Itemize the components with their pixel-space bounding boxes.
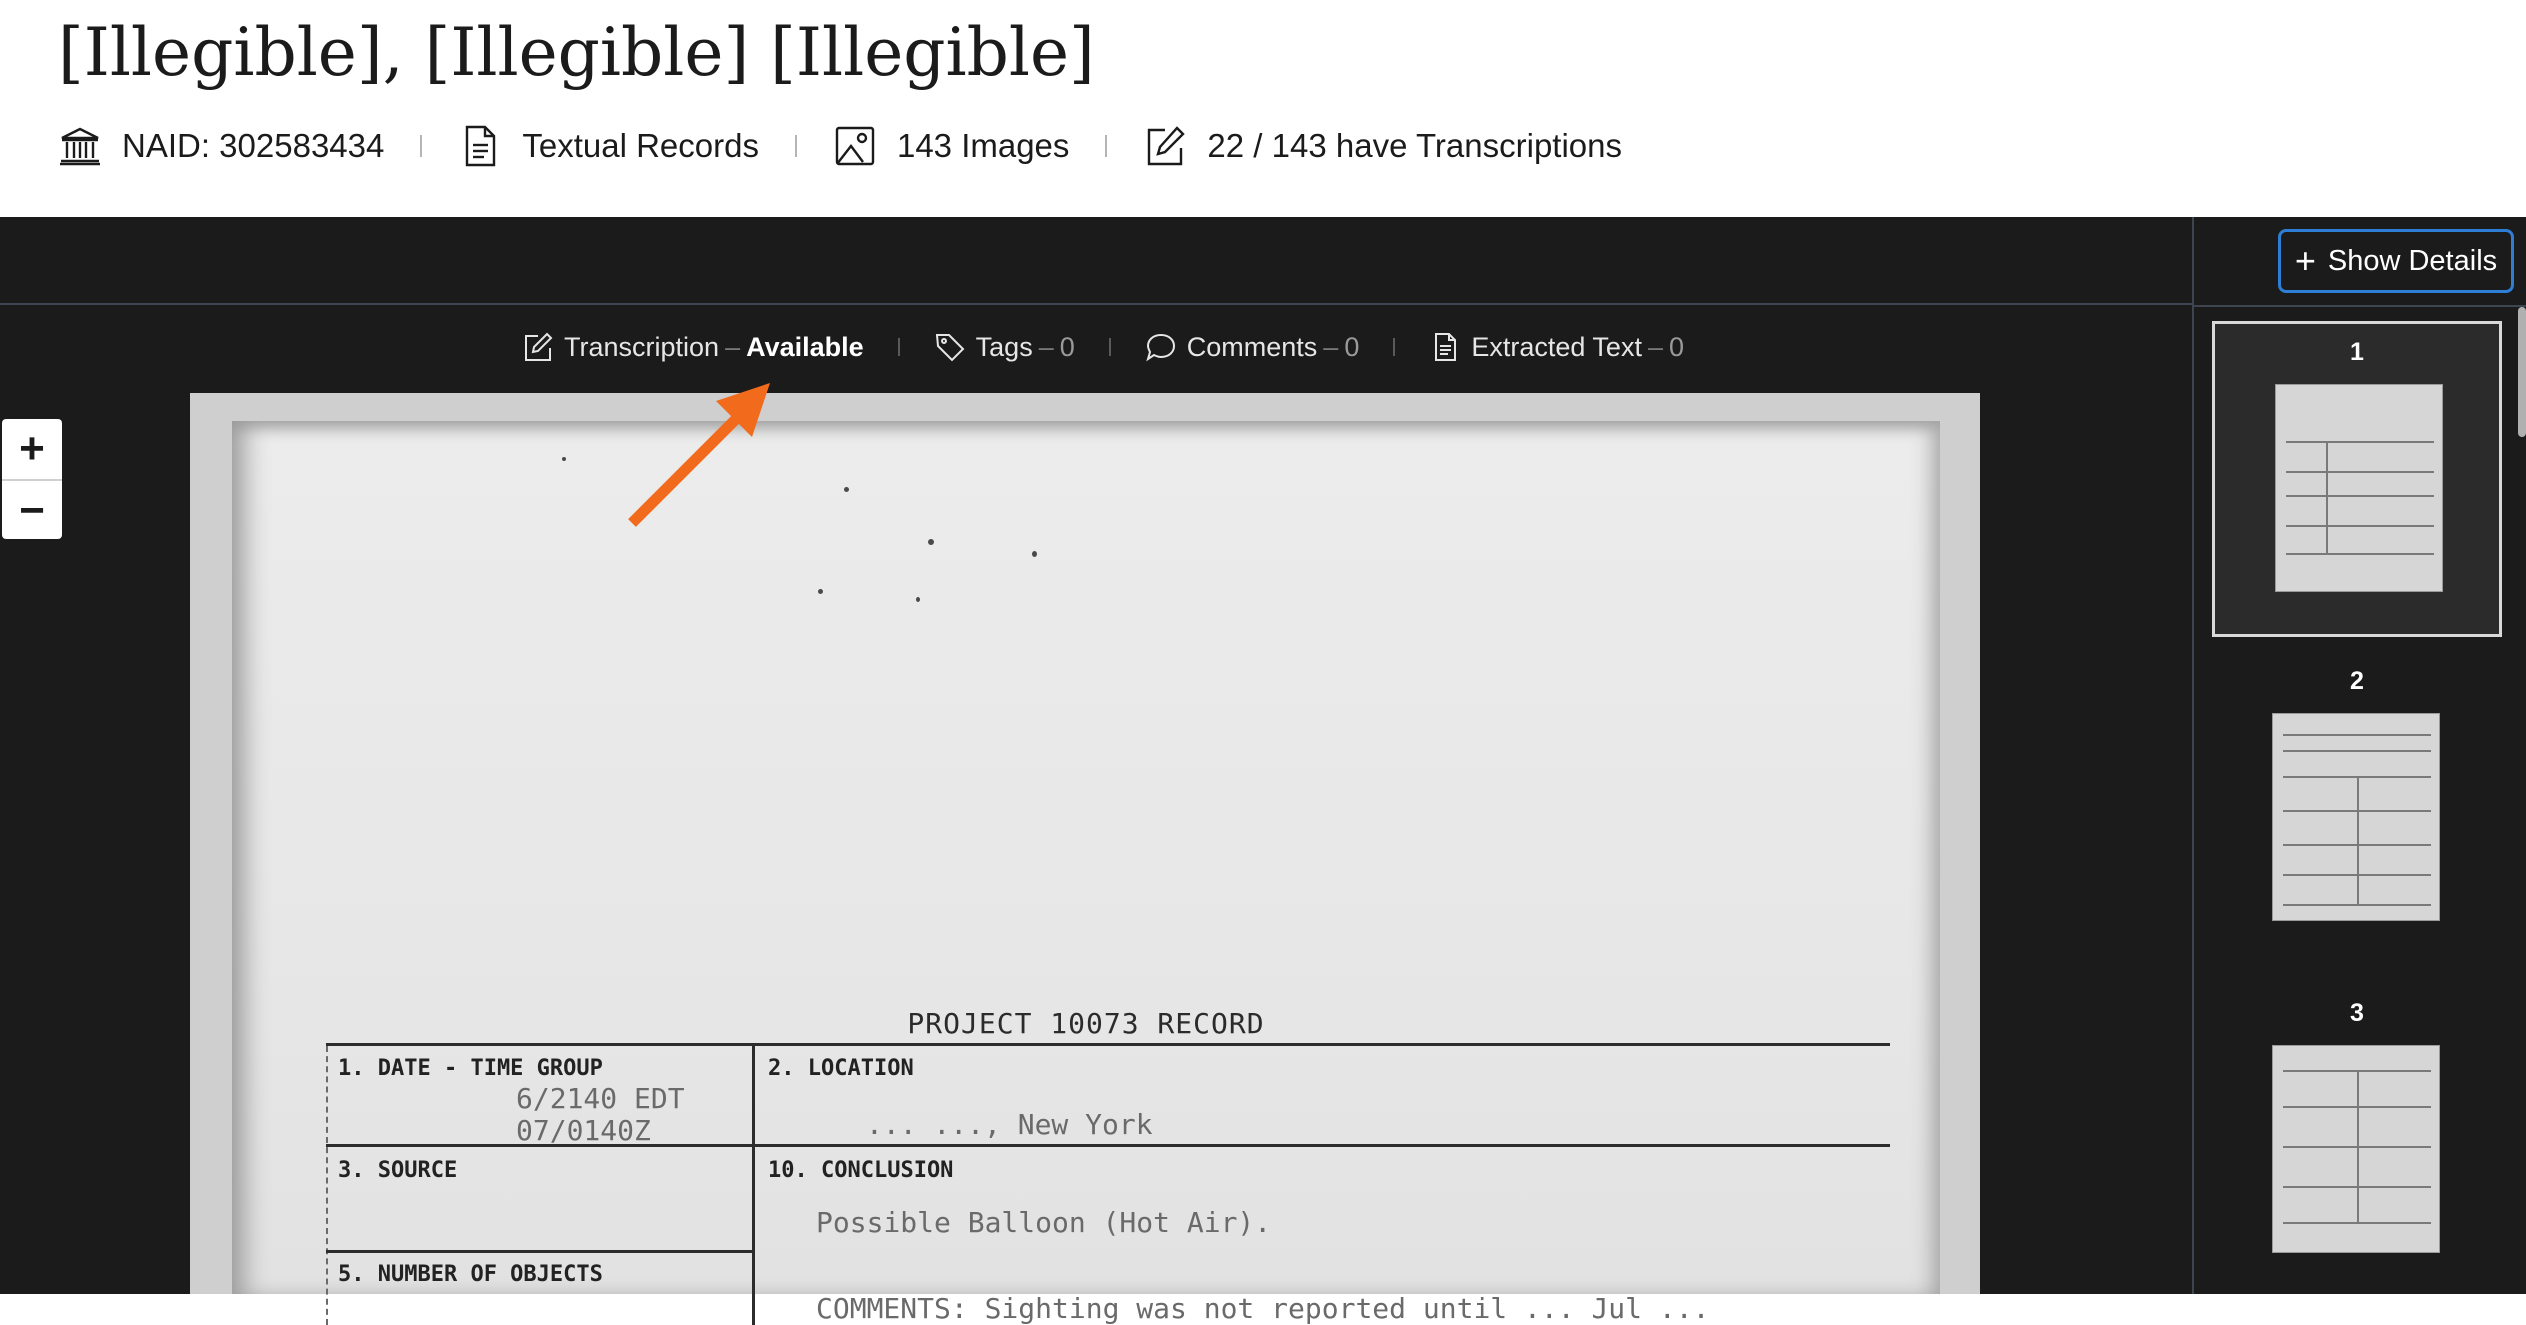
record-header: [Illegible], [Illegible] [Illegible] NAI… <box>0 0 2526 217</box>
thumb-rule <box>2357 1070 2359 1222</box>
form-label: 10. CONCLUSION <box>768 1158 954 1183</box>
plus-icon: + <box>2294 240 2316 281</box>
document-icon <box>1435 333 1457 361</box>
zoom-controls: + − <box>2 419 62 539</box>
form-label: 5. NUMBER OF OBJECTS <box>338 1262 603 1287</box>
tab-label: Tags <box>975 331 1033 362</box>
scan-speck <box>916 597 920 602</box>
tab-divider <box>1108 338 1111 356</box>
meta-divider <box>1105 135 1108 157</box>
zoom-in-button[interactable]: + <box>2 419 62 479</box>
record-type-meta: Textual Records <box>458 124 759 168</box>
transcription-status: Available <box>746 331 864 362</box>
tab-divider <box>897 338 900 356</box>
images-meta: 143 Images <box>833 124 1069 168</box>
show-details-button[interactable]: + Show Details <box>2278 229 2514 293</box>
thumb-rule <box>2283 750 2431 752</box>
form-value: ... ..., New York <box>866 1108 1153 1141</box>
sidebar-divider <box>2192 217 2194 1294</box>
thumb-rule <box>2286 525 2434 527</box>
form-label: 3. SOURCE <box>338 1158 458 1183</box>
tab-label: Transcription <box>564 331 720 362</box>
document-icon <box>466 125 496 167</box>
form-rule <box>326 1250 752 1253</box>
tab-tags[interactable]: Tags – 0 <box>934 331 1075 363</box>
tags-count: 0 <box>1059 331 1075 362</box>
edit-icon <box>1148 126 1186 166</box>
sidebar-divider-line <box>2194 305 2526 307</box>
form-rule <box>326 1046 330 1325</box>
annotation-arrow <box>628 383 770 527</box>
transcriptions-meta: 22 / 143 have Transcriptions <box>1143 124 1622 168</box>
form-value: 07/0140Z <box>516 1114 651 1147</box>
document-page: PROJECT 10073 RECORD 1. DATE - TIME GROU… <box>232 421 1940 1325</box>
comment-icon <box>1146 333 1175 362</box>
thumbnail-image <box>2272 713 2440 921</box>
scan-speck <box>1032 551 1037 557</box>
thumb-rule <box>2286 441 2434 443</box>
scan-speck <box>844 487 849 492</box>
comments-count: 0 <box>1344 331 1360 362</box>
record-type-text: Textual Records <box>522 127 759 164</box>
form-rule <box>752 1046 755 1325</box>
form-value: COMMENTS: Sighting was not reported unti… <box>816 1292 1710 1325</box>
tag-icon <box>935 334 965 362</box>
form-label: 1. DATE - TIME GROUP <box>338 1056 603 1081</box>
tab-dash: – <box>725 331 741 362</box>
thumb-rule <box>2286 553 2434 555</box>
image-icon <box>835 126 875 166</box>
zoom-out-button[interactable]: − <box>2 479 62 539</box>
sidebar-scrollbar[interactable] <box>2518 307 2526 437</box>
thumbnail-image <box>2275 384 2443 592</box>
show-details-label: Show Details <box>2327 244 2498 277</box>
thumb-rule <box>2326 441 2328 553</box>
viewer-toolbar <box>0 217 2192 305</box>
meta-divider <box>420 135 423 157</box>
image-viewer: + Show Details Transcription – Available… <box>0 217 2526 1325</box>
tab-extracted-text[interactable]: Extracted Text – 0 <box>1429 331 1684 363</box>
form-label: 2. LOCATION <box>768 1056 914 1081</box>
viewer-tabs: Transcription – Available Tags – 0 Comme… <box>522 325 1684 369</box>
thumb-rule <box>2286 471 2434 473</box>
images-text: 143 Images <box>896 127 1070 164</box>
thumbnail-number: 1 <box>2350 338 2364 366</box>
tab-label: Comments <box>1186 331 1318 362</box>
meta-divider <box>794 135 797 157</box>
document-form-table: 1. DATE - TIME GROUP 6/2140 EDT 07/0140Z… <box>326 1043 1890 1325</box>
document-heading: PROJECT 10073 RECORD <box>907 1007 1265 1040</box>
thumb-rule <box>2283 734 2431 736</box>
edit-icon <box>525 332 553 361</box>
naid-meta: NAID: 302583434 <box>58 124 384 168</box>
thumb-rule <box>2283 1222 2431 1224</box>
form-value: 6/2140 EDT <box>516 1082 685 1115</box>
thumbnail-number: 3 <box>2350 999 2364 1027</box>
tab-label: Extracted Text <box>1471 331 1642 362</box>
tab-dash: – <box>1647 331 1663 362</box>
tab-comments[interactable]: Comments – 0 <box>1145 331 1360 363</box>
building-icon <box>60 127 100 166</box>
form-value: Possible Balloon (Hot Air). <box>816 1206 1272 1239</box>
thumb-rule <box>2286 495 2434 497</box>
thumbnail-page-1[interactable]: 1 <box>2212 321 2502 637</box>
document-image[interactable]: PROJECT 10073 RECORD 1. DATE - TIME GROU… <box>190 393 1980 1325</box>
scan-speck <box>928 539 934 545</box>
transcriptions-text: 22 / 143 have Transcriptions <box>1207 127 1623 164</box>
thumbnail-image <box>2272 1045 2440 1253</box>
thumbnail-number: 2 <box>2350 667 2364 695</box>
tab-transcription[interactable]: Transcription – Available <box>522 331 864 363</box>
page-title: [Illegible], [Illegible] [Illegible] <box>58 14 1095 91</box>
tab-divider <box>1393 338 1396 356</box>
thumb-rule <box>2283 904 2431 906</box>
scan-speck <box>562 457 566 461</box>
record-meta-row: NAID: 302583434 Textual Records 143 Imag… <box>58 118 1622 174</box>
thumb-rule <box>2357 776 2359 904</box>
extracted-text-count: 0 <box>1668 331 1685 362</box>
tab-dash: – <box>1323 331 1339 362</box>
tab-dash: – <box>1038 331 1054 362</box>
naid-text: NAID: 302583434 <box>122 127 385 164</box>
thumbnail-page-2[interactable]: 2 <box>2212 653 2502 969</box>
thumbnail-page-3[interactable]: 3 <box>2212 985 2502 1301</box>
scan-speck <box>818 589 823 594</box>
